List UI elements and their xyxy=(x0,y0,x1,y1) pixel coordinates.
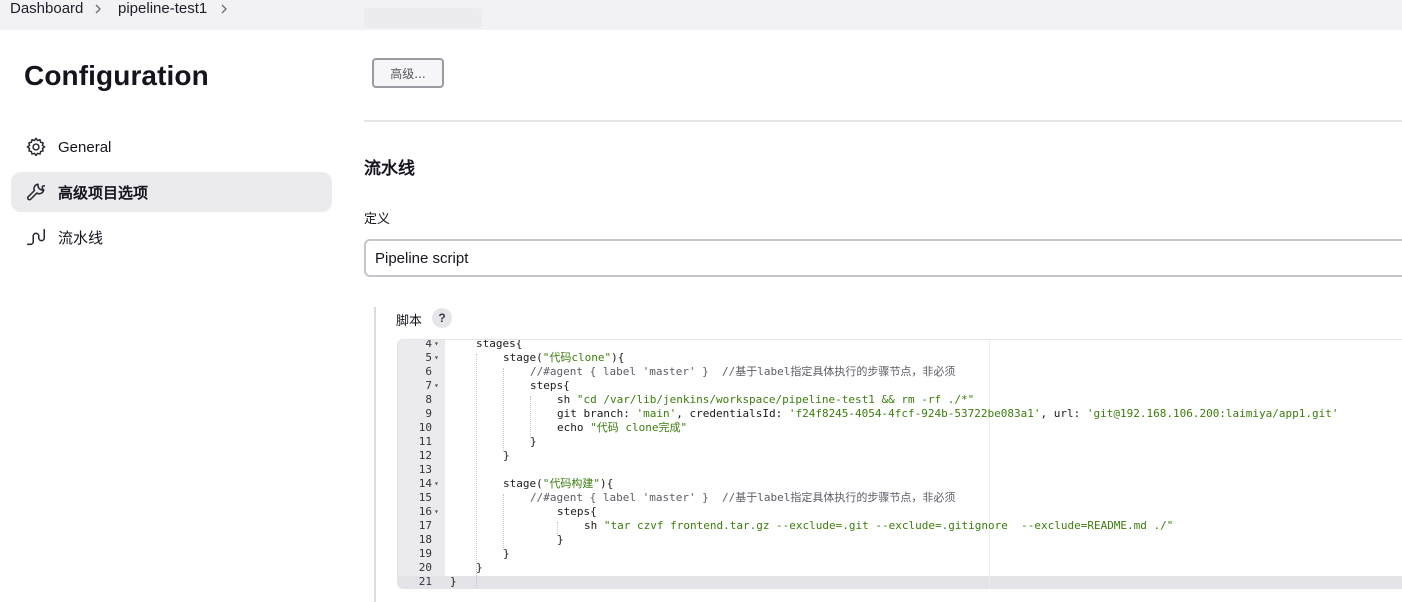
indent-guide xyxy=(503,494,504,550)
gear-icon xyxy=(25,136,47,158)
sidebar-item-general[interactable]: General xyxy=(11,127,332,167)
code-editor[interactable]: 4 ▾ stages{5 ▾ stage("代码clone"){6//#agent { … xyxy=(397,339,1402,589)
code-line: 5 ▾ stage("代码clone"){ xyxy=(398,351,1402,365)
sidebar-item-label: 高级项目选项 xyxy=(58,184,149,202)
code-text: sh "cd /var/lib/jenkins/workspace/pipeli… xyxy=(557,393,975,406)
script-label: 脚本 xyxy=(396,314,423,329)
code-line: 19} xyxy=(398,547,1402,561)
code-line: 21} xyxy=(398,575,1402,588)
chevron-right-icon[interactable] xyxy=(219,0,229,18)
indent-guide xyxy=(557,522,558,536)
line-number: 12 xyxy=(418,449,432,462)
code-text: git branch: 'main', credentialsId: 'f24f… xyxy=(557,407,1339,420)
code-line: 6 //#agent { label 'master' } //基于label指定… xyxy=(398,365,1402,379)
code-line: 15 //#agent { label 'master' } //基于label指… xyxy=(398,491,1402,505)
code-text: steps{ xyxy=(557,505,597,518)
code-line: 16 ▾ steps{ xyxy=(398,505,1402,519)
line-number: 20 xyxy=(418,561,432,574)
line-number: 5 xyxy=(425,351,432,364)
line-number: 16 xyxy=(418,505,432,518)
code-text: stages{ xyxy=(476,339,523,350)
section-divider xyxy=(364,120,1402,122)
page-title: Configuration xyxy=(24,60,209,91)
code-text: } xyxy=(450,575,457,588)
fold-toggle-icon[interactable]: ▾ xyxy=(434,379,439,393)
line-number: 6 xyxy=(425,365,432,378)
help-icon[interactable]: ? xyxy=(432,308,452,328)
sidebar-item-pipeline[interactable]: 流水线 xyxy=(11,217,332,257)
code-text: sh "tar czvf frontend.tar.gz --exclude=.… xyxy=(584,519,1174,532)
sidebar-item-label: General xyxy=(58,138,112,156)
fold-toggle-icon[interactable]: ▾ xyxy=(434,477,439,491)
breadcrumb-dashboard-link[interactable]: Dashboard xyxy=(10,0,83,18)
fold-toggle-icon[interactable]: ▾ xyxy=(434,351,439,365)
sidebar-item-label: 流水线 xyxy=(58,229,104,247)
fold-toggle-icon[interactable]: ▾ xyxy=(434,340,439,351)
sidebar-item-advanced-options[interactable]: 高级项目选项 xyxy=(11,172,332,212)
code-line: 14 ▾ stage("代码构建"){ xyxy=(398,477,1402,491)
code-line: 12} xyxy=(398,449,1402,463)
code-line: 20} xyxy=(398,561,1402,575)
line-number: 7 xyxy=(425,379,432,392)
section-title: 流水线 xyxy=(364,159,415,179)
line-number: 14 xyxy=(418,477,432,490)
code-line: 13 xyxy=(398,463,1402,477)
tab-placeholder xyxy=(364,8,482,28)
code-text: //#agent { label 'master' } //基于label指定具… xyxy=(530,491,956,504)
advanced-button[interactable]: 高级... xyxy=(372,58,444,88)
wrench-icon xyxy=(25,181,47,203)
code-line: 18} xyxy=(398,533,1402,547)
pipeline-icon xyxy=(25,226,47,248)
line-number: 11 xyxy=(418,435,432,448)
definition-select[interactable]: Pipeline script xyxy=(364,239,1402,277)
fold-toggle-icon[interactable]: ▾ xyxy=(434,505,439,519)
code-text: stage("代码构建"){ xyxy=(503,477,614,490)
code-text: steps{ xyxy=(530,379,570,392)
chevron-right-icon[interactable] xyxy=(93,0,103,18)
code-line: 11} xyxy=(398,435,1402,449)
code-line: 10 echo "代码 clone完成" xyxy=(398,421,1402,435)
code-text: echo "代码 clone完成" xyxy=(557,421,688,434)
line-number: 21 xyxy=(418,575,432,588)
indent-guide xyxy=(476,354,477,588)
code-text: stage("代码clone"){ xyxy=(503,351,625,364)
code-line: 7 ▾ steps{ xyxy=(398,379,1402,393)
line-number: 15 xyxy=(418,491,432,504)
code-line: 9 git branch: 'main', credentialsId: 'f24… xyxy=(398,407,1402,421)
line-number: 17 xyxy=(418,519,432,532)
code-line: 8 sh "cd /var/lib/jenkins/workspace/pipel… xyxy=(398,393,1402,407)
definition-label: 定义 xyxy=(364,212,391,227)
line-number: 13 xyxy=(418,463,432,476)
code-text: //#agent { label 'master' } //基于label指定具… xyxy=(530,365,956,378)
line-number: 8 xyxy=(425,393,432,406)
breadcrumb-project-link[interactable]: pipeline-test1 xyxy=(118,0,207,18)
breadcrumb-bar: Dashboard pipeline-test1 xyxy=(0,0,1402,30)
line-number: 19 xyxy=(418,547,432,560)
indent-guide xyxy=(503,368,504,452)
indent-guide xyxy=(530,396,531,438)
code-line: 17 sh "tar czvf frontend.tar.gz --exclude… xyxy=(398,519,1402,533)
code-line: 4 ▾ stages{ xyxy=(398,339,1402,351)
line-number: 4 xyxy=(425,339,432,350)
line-number: 18 xyxy=(418,533,432,546)
line-number: 10 xyxy=(418,421,432,434)
line-number: 9 xyxy=(425,407,432,420)
